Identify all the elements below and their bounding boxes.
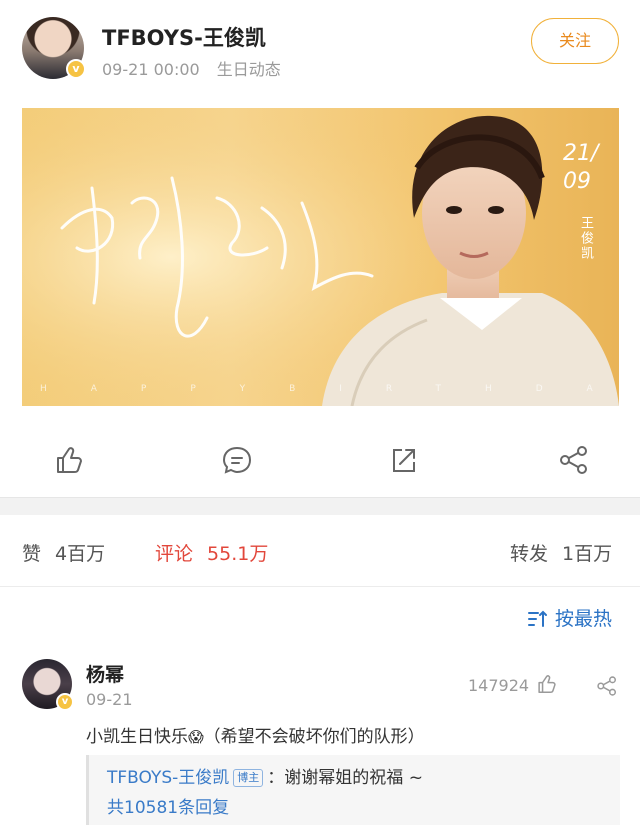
repost-icon[interactable] xyxy=(388,444,420,476)
reply-text: ：谢谢幂姐的祝福 ~ xyxy=(267,768,423,788)
section-divider xyxy=(0,497,640,515)
banner-art xyxy=(22,108,619,406)
follow-button[interactable]: 关注 xyxy=(531,18,619,64)
reposts-label: 转发 xyxy=(510,543,549,565)
scream-emoji-icon: 😱 xyxy=(188,728,204,746)
comment-text-main: 小凯生日快乐 xyxy=(86,727,188,747)
blogger-tag: 博主 xyxy=(233,769,264,787)
reply-preview[interactable]: TFBOYS-王俊凯 博主 ：谢谢幂姐的祝福 ~ 共10581条回复 xyxy=(86,755,620,825)
commenter-avatar[interactable]: v xyxy=(22,659,74,711)
stats-row: 赞 4百万 评论 55.1万 转发 1百万 xyxy=(0,515,640,587)
post-header: v TFBOYS-王俊凯 09-21 00:00 生日动态 关注 xyxy=(0,0,640,100)
comment-like-count: 147924 xyxy=(468,676,530,695)
reposts-value: 1百万 xyxy=(562,543,613,565)
comment-like-icon[interactable] xyxy=(535,673,557,695)
likes-value: 4百万 xyxy=(55,543,106,565)
banner-date-day: 21/ xyxy=(563,141,599,166)
likes-label: 赞 xyxy=(22,543,42,565)
verified-badge-icon: v xyxy=(56,693,74,711)
commenter-name[interactable]: 杨幂 xyxy=(86,660,124,687)
comments-value: 55.1万 xyxy=(207,543,269,565)
verified-badge-icon: v xyxy=(66,59,86,79)
sort-icon xyxy=(528,610,547,627)
post-time: 09-21 00:00 xyxy=(102,60,200,79)
banner-date-month: 09 xyxy=(563,169,591,194)
banner-date: 21/ 09 xyxy=(563,140,598,196)
banner-happy-birthday: HAPPYBIRTHDAY xyxy=(40,384,619,394)
sort-hot-button[interactable]: 按最热 xyxy=(527,604,612,631)
post-action-bar xyxy=(0,430,640,492)
comment-time: 09-21 xyxy=(86,690,133,709)
comment-text-tail: （希望不会破坏你们的队形） xyxy=(203,727,425,747)
comment-icon[interactable] xyxy=(221,444,253,476)
reposts-tab[interactable]: 转发 1百万 xyxy=(510,539,612,566)
likes-tab[interactable]: 赞 4百万 xyxy=(22,539,105,566)
reply-count-link[interactable]: 共10581条回复 xyxy=(107,793,229,818)
reply-line: TFBOYS-王俊凯 博主 ：谢谢幂姐的祝福 ~ xyxy=(107,763,423,788)
reply-author[interactable]: TFBOYS-王俊凯 xyxy=(107,768,229,788)
banner-name: 王俊凯 xyxy=(578,216,593,261)
author-avatar[interactable]: v xyxy=(22,17,86,79)
post-meta: 09-21 00:00 生日动态 xyxy=(102,56,281,80)
author-name[interactable]: TFBOYS-王俊凯 xyxy=(102,22,266,52)
comment-share-icon[interactable] xyxy=(596,675,618,697)
post-source: 生日动态 xyxy=(216,60,281,79)
share-icon[interactable] xyxy=(558,444,590,476)
sort-label: 按最热 xyxy=(555,608,613,630)
comment-text: 小凯生日快乐😱（希望不会破坏你们的队形） xyxy=(86,722,425,747)
comments-tab[interactable]: 评论 55.1万 xyxy=(155,539,268,566)
comments-label: 评论 xyxy=(155,543,194,565)
post-image[interactable]: 21/ 09 王俊凯 HAPPYBIRTHDAY xyxy=(22,108,619,406)
thumb-up-icon[interactable] xyxy=(52,444,84,476)
